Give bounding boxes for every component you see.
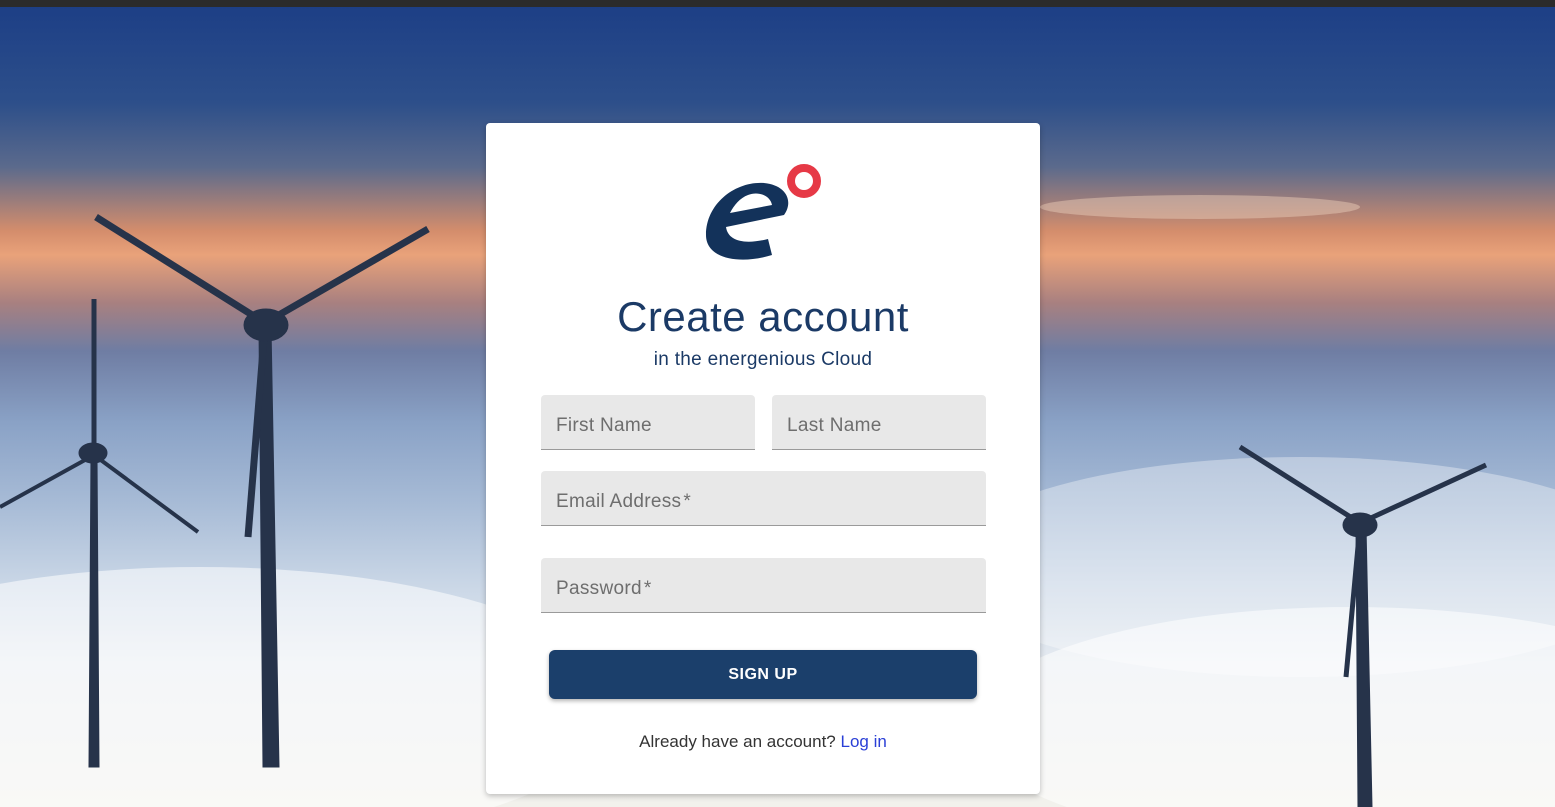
required-mark: * — [643, 577, 652, 599]
page-subtitle: in the energenious Cloud — [653, 349, 873, 370]
last-name-field[interactable]: Last Name — [772, 395, 986, 450]
energenious-logo-icon — [700, 161, 828, 265]
signup-button[interactable]: SIGN UP — [549, 650, 977, 699]
required-mark: * — [683, 490, 692, 512]
email-field[interactable]: Email Address * — [541, 471, 986, 526]
page-title: Create account — [617, 293, 909, 340]
browser-top-bar — [0, 0, 1555, 7]
login-prompt-text: Already have an account? — [639, 732, 836, 751]
signup-card: Create account in the energenious Cloud … — [486, 123, 1040, 794]
login-link[interactable]: Log in — [841, 732, 887, 751]
email-placeholder: Email Address — [556, 490, 682, 512]
first-name-field[interactable]: First Name — [541, 395, 755, 450]
password-placeholder: Password — [556, 577, 642, 599]
login-prompt-row: Already have an account? Log in — [486, 732, 1040, 752]
first-name-placeholder: First Name — [556, 414, 652, 436]
last-name-placeholder: Last Name — [787, 414, 882, 436]
password-field[interactable]: Password * — [541, 558, 986, 613]
